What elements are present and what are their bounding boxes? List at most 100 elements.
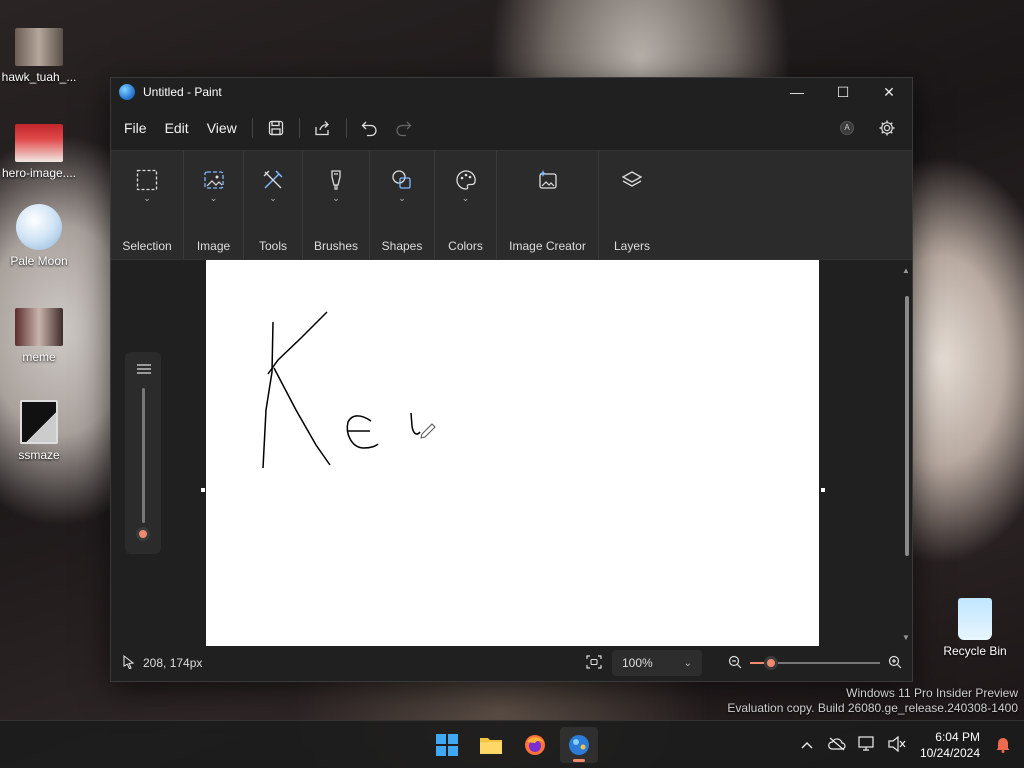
ribbon-group-image-creator[interactable]: Image Creator	[497, 151, 599, 259]
image-thumbnail-icon	[15, 28, 63, 66]
slider-thumb[interactable]	[136, 527, 150, 541]
zoom-in-button[interactable]	[888, 655, 902, 672]
window-title: Untitled - Paint	[143, 85, 222, 99]
zoom-slider[interactable]	[750, 655, 880, 671]
screensaver-icon	[20, 400, 58, 444]
desktop-icon-hero-image[interactable]: hero-image....	[0, 124, 78, 180]
resize-handle-right[interactable]	[821, 488, 825, 492]
gear-icon	[879, 120, 895, 136]
desktop-icon-meme[interactable]: meme	[0, 308, 78, 364]
account-button[interactable]: A	[830, 113, 864, 143]
start-button[interactable]	[428, 727, 466, 763]
notifications-button[interactable]	[988, 735, 1018, 756]
ribbon-toolbar: ⌄ Selection ⌄ Image ⌄ Tools ⌄ Brushes ⌄ …	[111, 150, 912, 260]
volume-button[interactable]	[882, 735, 912, 755]
palette-icon	[455, 169, 477, 191]
pencil-cursor-icon	[420, 423, 436, 439]
minimize-button[interactable]: —	[774, 78, 820, 106]
fit-screen-icon	[586, 654, 602, 669]
ribbon-label: Image	[196, 239, 231, 253]
redo-button[interactable]	[387, 113, 421, 143]
menu-view[interactable]: View	[198, 114, 246, 142]
clock[interactable]: 6:04 PM 10/24/2024	[912, 729, 988, 761]
account-icon: A	[840, 121, 854, 135]
desktop-icon-label: hawk_tuah_...	[1, 70, 77, 84]
active-app-indicator	[573, 759, 585, 762]
menu-right-tools: A	[830, 113, 912, 143]
chevron-down-icon: ⌄	[269, 193, 277, 203]
menu-edit[interactable]: Edit	[156, 114, 198, 142]
chevron-down-icon: ⌄	[398, 193, 406, 203]
scrollbar-thumb[interactable]	[905, 296, 909, 556]
ribbon-group-colors[interactable]: ⌄ Colors	[435, 151, 497, 259]
vertical-scrollbar[interactable]: ▲ ▼	[902, 266, 910, 642]
image-icon	[203, 169, 225, 191]
ribbon-label: Shapes	[381, 239, 423, 253]
paint-app-icon	[569, 735, 589, 755]
desktop-icon-pale-moon[interactable]: Pale Moon	[0, 204, 78, 268]
file-explorer-button[interactable]	[472, 727, 510, 763]
tools-icon	[262, 169, 284, 191]
bell-icon	[996, 737, 1010, 753]
onedrive-button[interactable]	[822, 737, 852, 754]
ribbon-group-selection[interactable]: ⌄ Selection	[111, 151, 184, 259]
clock-time: 6:04 PM	[935, 730, 980, 744]
undo-icon	[361, 121, 377, 136]
fit-to-window-button[interactable]	[586, 654, 602, 672]
canvas-drawing	[262, 311, 436, 469]
stroke-size-icon	[136, 362, 152, 381]
cloud-offline-icon	[828, 737, 846, 750]
zoom-dropdown[interactable]: 100% ⌄	[612, 650, 702, 676]
menu-separator	[251, 118, 253, 138]
image-creator-icon	[537, 169, 559, 191]
shapes-icon	[391, 169, 413, 191]
canvas-workspace: ▲ ▼	[111, 260, 912, 646]
close-button[interactable]: ✕	[866, 78, 912, 106]
scroll-up-icon[interactable]: ▲	[902, 266, 910, 275]
selection-icon	[136, 169, 158, 191]
paint-taskbar-button[interactable]	[560, 727, 598, 763]
scroll-down-icon[interactable]: ▼	[902, 633, 910, 642]
image-thumbnail-icon	[15, 124, 63, 162]
ribbon-group-shapes[interactable]: ⌄ Shapes	[370, 151, 435, 259]
zoom-out-button[interactable]	[728, 655, 742, 672]
windows-watermark: Windows 11 Pro Insider Preview Evaluatio…	[727, 686, 1018, 716]
desktop-icon-label: Recycle Bin	[943, 644, 1007, 658]
ribbon-group-tools[interactable]: ⌄ Tools	[244, 151, 303, 259]
menu-bar: File Edit View A	[111, 106, 912, 150]
brush-size-slider[interactable]	[125, 352, 161, 554]
chevron-down-icon: ⌄	[332, 193, 340, 203]
firefox-icon	[525, 735, 545, 755]
share-icon	[315, 120, 330, 135]
settings-button[interactable]	[870, 113, 904, 143]
save-button[interactable]	[259, 113, 293, 143]
layers-icon	[621, 169, 643, 191]
desktop-icon-hawk-tuah[interactable]: hawk_tuah_...	[0, 28, 78, 84]
ribbon-group-brushes[interactable]: ⌄ Brushes	[303, 151, 370, 259]
share-button[interactable]	[306, 113, 340, 143]
firefox-button[interactable]	[516, 727, 554, 763]
desktop-icon-ssmaze[interactable]: ssmaze	[0, 400, 78, 462]
ribbon-group-image[interactable]: ⌄ Image	[184, 151, 244, 259]
ribbon-label: Colors	[448, 239, 483, 253]
ribbon-group-layers[interactable]: Layers	[599, 151, 665, 259]
menu-separator	[298, 118, 300, 138]
chevron-down-icon: ⌄	[683, 657, 692, 669]
show-hidden-icons-button[interactable]	[792, 738, 822, 752]
desktop-icon-label: meme	[22, 350, 56, 364]
network-button[interactable]	[852, 735, 882, 755]
undo-button[interactable]	[353, 113, 387, 143]
ribbon-label: Image Creator	[509, 239, 586, 253]
resize-handle-left[interactable]	[201, 488, 205, 492]
zoom-slider-thumb[interactable]	[764, 656, 778, 670]
maximize-button[interactable]: ☐	[820, 78, 866, 106]
chevron-up-icon	[801, 742, 813, 749]
zoom-value: 100%	[622, 656, 653, 670]
desktop-icon-recycle-bin[interactable]: Recycle Bin	[936, 598, 1014, 658]
ribbon-label: Tools	[258, 239, 287, 253]
title-bar[interactable]: Untitled - Paint — ☐ ✕	[111, 78, 912, 106]
zoom-out-icon	[728, 655, 742, 668]
menu-file[interactable]: File	[115, 114, 156, 142]
drawing-canvas[interactable]	[206, 260, 819, 646]
desktop-icon-label: Pale Moon	[10, 254, 68, 268]
